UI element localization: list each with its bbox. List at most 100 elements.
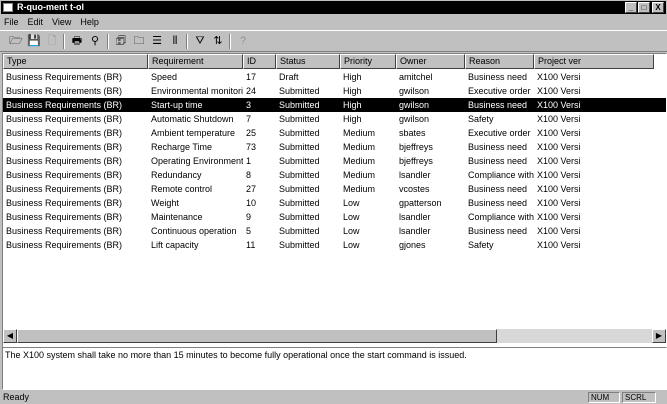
menu-view[interactable]: View xyxy=(52,15,71,29)
table-row[interactable]: Business Requirements (BR) Recharge Time 7… xyxy=(3,140,666,154)
table-cell: X100 Versi xyxy=(537,114,581,124)
table-row[interactable]: Business Requirements (BR) Maintenance 9 Su… xyxy=(3,210,666,224)
column-header-reason[interactable]: Reason xyxy=(465,54,534,69)
table-cell: 5 xyxy=(246,226,252,236)
table-cell: 73 xyxy=(246,142,257,152)
table-row[interactable]: Business Requirements (BR) Continuous ope… xyxy=(3,224,666,238)
table-cell: Business need xyxy=(468,142,528,152)
table-cell: bjeffreys xyxy=(399,142,433,152)
table-cell: Draft xyxy=(279,72,299,82)
table-row[interactable]: Business Requirements (BR) Speed 17 Draft Hi… xyxy=(3,70,666,84)
table-cell: X100 Versi xyxy=(537,226,581,236)
table-cell: Continuous operation xyxy=(151,226,237,236)
menu-bar: File Edit View Help xyxy=(0,15,667,29)
table-cell: Speed xyxy=(151,72,178,82)
table-cell: X100 Versi xyxy=(537,128,581,138)
table-cell: Business Requirements (BR) xyxy=(6,156,123,166)
requirements-list[interactable]: Type Requirement ID Status Priority Owner Reas… xyxy=(2,53,667,359)
table-cell: Medium xyxy=(343,184,376,194)
table-cell: 27 xyxy=(246,184,257,194)
table-row[interactable]: Business Requirements (BR) Start-up time 3… xyxy=(3,98,666,112)
table-cell: X100 Versi xyxy=(537,100,581,110)
scroll-left-button[interactable]: ◀ xyxy=(3,329,17,343)
table-cell: 24 xyxy=(246,86,257,96)
table-cell: Remote control xyxy=(151,184,213,194)
table-row[interactable]: Business Requirements (BR) Environmental … xyxy=(3,84,666,98)
column-header-type[interactable]: Type xyxy=(3,54,148,69)
table-cell: Submitted xyxy=(279,114,320,124)
table-cell: Medium xyxy=(343,142,376,152)
column-header-owner[interactable]: Owner xyxy=(396,54,465,69)
table-cell: Business Requirements (BR) xyxy=(6,184,123,194)
window-title: R-quo-ment t-ol xyxy=(17,2,84,12)
table-cell: High xyxy=(343,86,362,96)
table-cell: Safety xyxy=(468,114,494,124)
table-cell: X100 Versi xyxy=(537,170,581,180)
maximize-button[interactable]: □ xyxy=(638,2,650,13)
table-cell: Business need xyxy=(468,198,528,208)
minimize-button[interactable]: _ xyxy=(625,2,637,13)
filter-icon[interactable]: ⛛ xyxy=(192,34,208,49)
title-bar[interactable]: R-quo-ment t-ol _ □ X xyxy=(1,1,666,14)
table-cell: Submitted xyxy=(279,128,320,138)
toolbar-separator xyxy=(63,34,65,49)
menu-help[interactable]: Help xyxy=(80,15,99,29)
table-cell: Low xyxy=(343,198,360,208)
table-cell: Submitted xyxy=(279,156,320,166)
save-icon[interactable]: 💾 xyxy=(26,34,42,49)
print-icon[interactable]: 🖶 xyxy=(69,34,85,49)
table-cell: lsandler xyxy=(399,212,431,222)
table-cell: vcostes xyxy=(399,184,430,194)
table-row[interactable]: Business Requirements (BR) Redundancy 8 Sub… xyxy=(3,168,666,182)
app-icon[interactable] xyxy=(3,3,13,12)
table-cell: High xyxy=(343,100,362,110)
table-row[interactable]: Business Requirements (BR) Lift capacity 1… xyxy=(3,238,666,252)
close-button[interactable]: X xyxy=(652,2,664,13)
menu-file[interactable]: File xyxy=(4,15,19,29)
table-row[interactable]: Business Requirements (BR) Ambient temper… xyxy=(3,126,666,140)
folder-icon[interactable]: 🗀 xyxy=(131,34,147,49)
column-header-id[interactable]: ID xyxy=(243,54,276,69)
toolbar-separator xyxy=(107,34,109,49)
table-row[interactable]: Business Requirements (BR) Automatic Shut… xyxy=(3,112,666,126)
table-cell: amitchel xyxy=(399,72,433,82)
column-header-row: Type Requirement ID Status Priority Owner Reas… xyxy=(3,54,666,69)
table-cell: Submitted xyxy=(279,100,320,110)
list-view-icon[interactable]: ☰ xyxy=(149,34,165,49)
table-cell: X100 Versi xyxy=(537,212,581,222)
help-icon[interactable]: ? xyxy=(235,34,251,49)
table-cell: bjeffreys xyxy=(399,156,433,166)
table-cell: Business Requirements (BR) xyxy=(6,212,123,222)
description-pane[interactable]: The X100 system shall take no more than … xyxy=(2,347,667,390)
status-text: Ready xyxy=(3,392,30,402)
column-header-project-ver[interactable]: Project ver xyxy=(534,54,654,69)
table-cell: Ambient temperature xyxy=(151,128,236,138)
table-cell: 11 xyxy=(246,240,256,250)
requirement-description: The X100 system shall take no more than … xyxy=(5,350,467,360)
sort-icon[interactable]: ⇅ xyxy=(210,34,226,49)
column-header-priority[interactable]: Priority xyxy=(340,54,396,69)
menu-edit[interactable]: Edit xyxy=(28,15,44,29)
table-cell: X100 Versi xyxy=(537,156,581,166)
horizontal-scrollbar[interactable]: ◀ ▶ xyxy=(3,329,666,343)
column-header-status[interactable]: Status xyxy=(276,54,340,69)
table-cell: X100 Versi xyxy=(537,86,581,96)
scroll-lock-indicator: SCRL xyxy=(622,392,656,403)
table-cell: Submitted xyxy=(279,198,320,208)
table-row[interactable]: Business Requirements (BR) Weight 10 Submit… xyxy=(3,196,666,210)
table-row[interactable]: Business Requirements (BR) Operating Envi… xyxy=(3,154,666,168)
open-icon[interactable]: 🗁 xyxy=(8,34,24,49)
details-view-icon[interactable]: ⦀ xyxy=(167,34,183,49)
properties-icon[interactable]: 🗊 xyxy=(113,34,129,49)
scroll-thumb[interactable] xyxy=(17,329,497,343)
column-header-requirement[interactable]: Requirement xyxy=(148,54,243,69)
new-icon[interactable]: 🗋 xyxy=(44,34,60,49)
table-row[interactable]: Business Requirements (BR) Remote control… xyxy=(3,182,666,196)
table-cell: 3 xyxy=(246,100,252,110)
table-cell: Low xyxy=(343,212,360,222)
table-cell: Executive order xyxy=(468,86,531,96)
table-cell: Business Requirements (BR) xyxy=(6,128,123,138)
scroll-right-button[interactable]: ▶ xyxy=(652,329,666,343)
preview-icon[interactable]: ⚲ xyxy=(87,34,103,49)
table-cell: gwilson xyxy=(399,100,430,110)
